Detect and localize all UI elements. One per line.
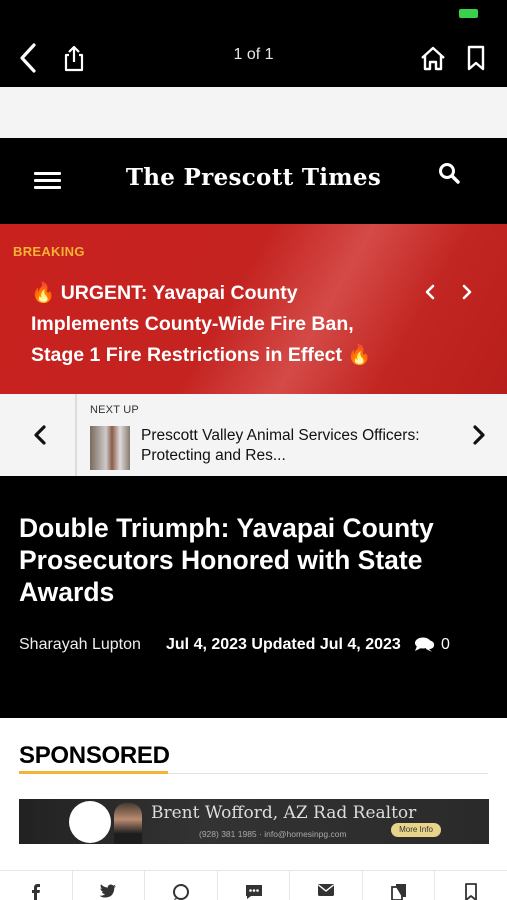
breaking-prev-icon[interactable] — [416, 278, 444, 306]
battery-icon — [459, 9, 478, 18]
nav-bar: 1 of 1 — [0, 30, 507, 87]
bookmark-icon[interactable] — [435, 871, 507, 900]
next-up-bar: NEXT UP Prescott Valley Animal Services … — [0, 394, 507, 476]
next-up-prev-button[interactable] — [0, 394, 77, 476]
email-icon[interactable] — [290, 871, 363, 900]
comments-link[interactable]: 0 — [414, 636, 450, 654]
article-headline: Double Triumph: Yavapai County Prosecuto… — [19, 513, 434, 607]
comment-count: 0 — [441, 636, 450, 653]
copy-icon[interactable] — [363, 871, 436, 900]
site-logo[interactable]: The Prescott Times — [0, 164, 507, 191]
spacer — [0, 87, 507, 138]
next-up-title[interactable]: Prescott Valley Animal Services Officers… — [141, 426, 461, 466]
ad-contact: (928) 381 1985 · info@homesinpg.com — [199, 829, 347, 839]
sponsored-ad-banner[interactable]: Brent Wofford, AZ Rad Realtor (928) 381 … — [19, 799, 489, 844]
breaking-headline[interactable]: 🔥 URGENT: Yavapai County Implements Coun… — [31, 278, 411, 371]
ad-logo — [69, 801, 111, 843]
next-up-label: NEXT UP — [90, 404, 139, 416]
bookmark-icon[interactable] — [458, 40, 494, 76]
article-header: Double Triumph: Yavapai County Prosecuto… — [0, 476, 507, 718]
home-icon[interactable] — [415, 40, 451, 76]
site-header: The Prescott Times — [0, 138, 507, 224]
whatsapp-icon[interactable] — [145, 871, 218, 900]
ad-title: Brent Wofford, AZ Rad Realtor — [151, 803, 417, 823]
breaking-label: BREAKING — [13, 244, 85, 259]
article-author[interactable]: Sharayah Lupton — [19, 636, 141, 654]
sms-icon[interactable] — [218, 871, 291, 900]
twitter-icon[interactable] — [73, 871, 146, 900]
article-date: Jul 4, 2023 Updated Jul 4, 2023 — [166, 636, 401, 653]
share-bar — [0, 870, 507, 900]
next-up-thumbnail[interactable] — [90, 426, 130, 470]
facebook-icon[interactable] — [0, 871, 73, 900]
comment-icon — [415, 637, 435, 652]
breaking-news-banner[interactable]: BREAKING 🔥 URGENT: Yavapai County Implem… — [0, 224, 507, 394]
breaking-next-icon[interactable] — [453, 278, 481, 306]
sponsored-underline — [19, 771, 168, 774]
status-bar — [0, 0, 507, 30]
sponsored-heading: SPONSORED — [19, 742, 170, 769]
search-icon[interactable] — [438, 162, 478, 198]
ad-more-info-button[interactable]: More Info — [391, 823, 441, 837]
ad-portrait — [114, 803, 142, 844]
next-up-next-button[interactable] — [462, 418, 496, 452]
